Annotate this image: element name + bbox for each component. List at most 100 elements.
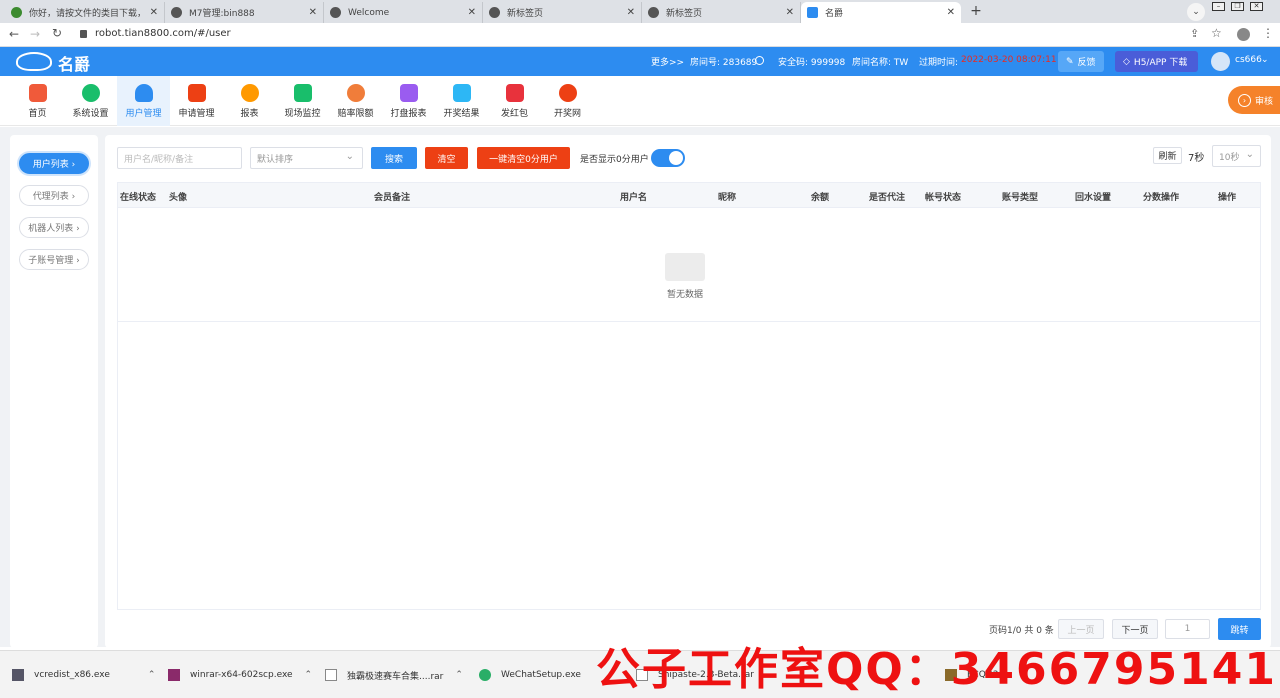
chevron-down-icon[interactable]: ⌄ — [1261, 55, 1269, 65]
close-icon[interactable]: ✕ — [309, 7, 317, 18]
nav-item-odds-limit[interactable]: 赔率限额 — [329, 76, 382, 126]
minimize-button[interactable]: – — [1212, 2, 1225, 11]
download-name: vcredist_x86.exe — [34, 670, 110, 680]
nav-item-users[interactable]: 用户管理 — [117, 76, 170, 126]
nav-item-monitor[interactable]: 现场监控 — [276, 76, 329, 126]
col-nickname[interactable]: 昵称 — [718, 190, 736, 203]
window-close-button[interactable]: ✕ — [1250, 2, 1263, 11]
lottery-icon — [558, 84, 577, 102]
globe-icon — [171, 7, 182, 18]
browser-tab[interactable]: 新标签页 ✕ — [642, 2, 801, 23]
chevron-up-icon[interactable]: ⌃ — [305, 670, 313, 680]
side-item-agent-list[interactable]: 代理列表 › — [19, 185, 89, 206]
interval-select[interactable]: 10秒 ⌄ — [1212, 145, 1261, 167]
more-menu-icon[interactable]: ⋮ — [1262, 26, 1274, 40]
audit-button[interactable]: › 审核 — [1228, 86, 1280, 114]
chevron-down-icon[interactable]: ⌄ — [1187, 3, 1205, 21]
side-item-user-list[interactable]: 用户列表 › — [19, 153, 89, 174]
profile-icon[interactable] — [1237, 28, 1250, 41]
reload-icon[interactable]: ↻ — [52, 26, 62, 40]
app-icon: ◇ — [1123, 56, 1130, 67]
download-item[interactable]: vcredist_x86.exe ⌃ — [12, 660, 155, 690]
tree-icon — [11, 7, 22, 18]
user-icon — [134, 84, 153, 102]
nav-item-draw-results[interactable]: 开奖结果 — [435, 76, 488, 126]
side-item-robot-list[interactable]: 机器人列表 › — [19, 217, 89, 238]
chevron-up-icon[interactable]: ⌃ — [148, 670, 156, 680]
forward-icon[interactable]: → — [30, 27, 40, 41]
restore-button[interactable]: ❐ — [1231, 2, 1244, 11]
browser-tab[interactable]: 新标签页 ✕ — [483, 2, 642, 23]
share-icon[interactable]: ⇪ — [1190, 27, 1199, 40]
download-item[interactable]: 独霸极速赛车合集....rar ⌃ — [325, 660, 463, 690]
more-link[interactable]: 更多>> — [651, 55, 684, 68]
watermark-text: 公子工作室QQ：3466795141 — [596, 644, 1277, 695]
chevron-down-icon: ⌄ — [1245, 149, 1254, 160]
document-icon — [452, 84, 471, 102]
toggle-knob — [669, 151, 683, 165]
show-zero-label: 是否显示0分用户 — [580, 155, 649, 165]
refresh-icon[interactable] — [755, 56, 764, 65]
col-score-ops[interactable]: 分数操作 — [1143, 190, 1179, 203]
star-icon[interactable]: ☆ — [1211, 26, 1222, 40]
col-account-type[interactable]: 账号类型 — [1002, 190, 1038, 203]
nav-label: 申请管理 — [178, 109, 215, 119]
clear-button[interactable]: 清空 — [425, 147, 468, 169]
col-actions[interactable]: 操作 — [1218, 190, 1236, 203]
col-rebate[interactable]: 回水设置 — [1075, 190, 1111, 203]
nav-item-lottery-site[interactable]: 开奖网 — [541, 76, 594, 126]
nav-item-settings[interactable]: 系统设置 — [64, 76, 117, 126]
show-zero-toggle[interactable] — [651, 149, 685, 167]
nav-label: 现场监控 — [284, 109, 321, 119]
empty-box-icon — [665, 253, 705, 281]
close-icon[interactable]: ✕ — [468, 7, 476, 18]
side-item-sub-accounts[interactable]: 子账号管理 › — [19, 249, 89, 270]
back-icon[interactable]: ← — [9, 27, 19, 41]
close-icon[interactable]: ✕ — [786, 7, 794, 18]
nav-item-red-packet[interactable]: 发红包 — [488, 76, 541, 126]
close-icon[interactable]: ✕ — [947, 7, 955, 18]
logo-icon — [16, 52, 52, 71]
username[interactable]: cs666 — [1235, 55, 1262, 65]
chevron-up-icon[interactable]: ⌃ — [455, 670, 463, 680]
sort-select[interactable]: 默认排序 ⌄ — [250, 147, 363, 169]
browser-tab[interactable]: M7管理:bin888 ✕ — [165, 2, 324, 23]
browser-tab[interactable]: Welcome ✕ — [324, 2, 483, 23]
col-online-status[interactable]: 在线状态 — [120, 190, 156, 203]
download-item[interactable]: winrar-x64-602scp.exe ⌃ — [168, 660, 312, 690]
refresh-button[interactable]: 刷新 — [1153, 147, 1182, 164]
browser-tab-active[interactable]: 名爵 ✕ — [801, 2, 961, 23]
address-bar: ← → ↻ robot.tian8800.com/#/user ⇪ ☆ ⋮ — [0, 23, 1280, 47]
col-proxy-bet[interactable]: 是否代注 — [869, 190, 905, 203]
user-table: 在线状态 头像 会员备注 用户名 昵称 余额 是否代注 帐号状态 账号类型 回水… — [117, 182, 1261, 610]
avatar[interactable] — [1211, 52, 1230, 71]
nav-item-bet-report[interactable]: 打盘报表 — [382, 76, 435, 126]
col-account-status[interactable]: 帐号状态 — [925, 190, 961, 203]
search-button[interactable]: 搜索 — [371, 147, 417, 169]
prev-page-button[interactable]: 上一页 — [1058, 619, 1104, 639]
page-input[interactable]: 1 — [1165, 619, 1210, 639]
side-menu: 用户列表 › 代理列表 › 机器人列表 › 子账号管理 › — [10, 135, 98, 648]
search-input[interactable]: 用户名/昵称/备注 — [117, 147, 242, 169]
feedback-button[interactable]: ✎ 反馈 — [1058, 51, 1104, 72]
close-icon[interactable]: ✕ — [150, 7, 158, 18]
next-page-button[interactable]: 下一页 — [1112, 619, 1158, 639]
logo-text: 名爵 — [58, 55, 91, 74]
new-tab-button[interactable]: + — [967, 3, 985, 21]
nav-label: 发红包 — [500, 109, 528, 119]
jump-button[interactable]: 跳转 — [1218, 618, 1261, 640]
download-item[interactable]: WeChatSetup.exe — [479, 660, 581, 690]
col-member-note[interactable]: 会员备注 — [374, 190, 410, 203]
col-avatar[interactable]: 头像 — [169, 190, 187, 203]
browser-tab[interactable]: 你好，请按文件的类目下载，对... ✕ — [5, 2, 165, 23]
nav-item-reports[interactable]: 报表 — [223, 76, 276, 126]
clear-zero-users-button[interactable]: 一键清空0分用户 — [477, 147, 570, 169]
nav-item-applications[interactable]: 申请管理 — [170, 76, 223, 126]
url-text[interactable]: robot.tian8800.com/#/user — [95, 28, 231, 39]
close-icon[interactable]: ✕ — [627, 7, 635, 18]
edit-icon: ✎ — [1066, 56, 1074, 67]
nav-item-home[interactable]: 首页 — [11, 76, 64, 126]
h5-download-button[interactable]: ◇ H5/APP 下载 — [1115, 51, 1198, 72]
col-username[interactable]: 用户名 — [620, 190, 647, 203]
col-balance[interactable]: 余额 — [811, 190, 829, 203]
